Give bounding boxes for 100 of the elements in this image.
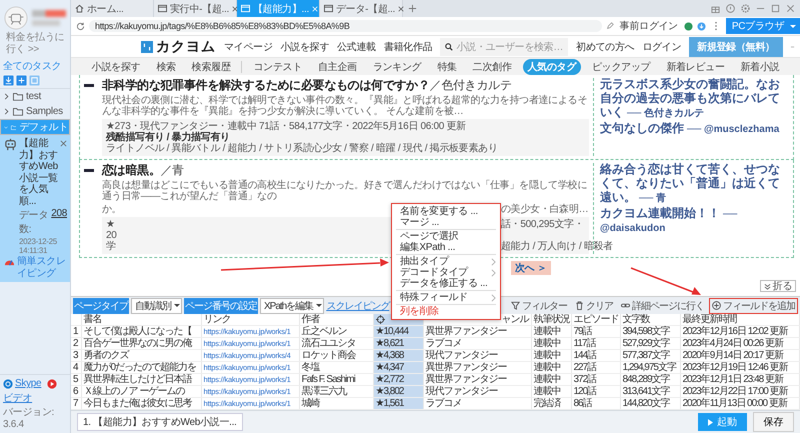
close-icon[interactable] <box>232 6 238 12</box>
pre-login-button[interactable]: 事前ログイン <box>618 19 680 33</box>
save-button[interactable]: 保存 <box>752 412 794 432</box>
work-meta: 話・500,295文字・ <box>501 219 584 230</box>
column-header[interactable]: リンク <box>204 314 230 325</box>
table-cell: 1,294,975文字 <box>620 362 680 374</box>
toolbar-button[interactable]: クリア <box>572 298 616 314</box>
work-title[interactable]: 恋は暗黒。 <box>102 163 161 177</box>
site-logo[interactable]: カクヨム <box>156 38 216 56</box>
table-cell: ★4,347 <box>373 362 423 374</box>
subnav-link[interactable]: 新着小説 <box>735 58 784 74</box>
column-header[interactable]: 書名 <box>84 314 102 325</box>
table-cell: 現代ファンタジー <box>423 350 531 362</box>
crosshair-icon[interactable] <box>376 314 384 324</box>
chevron-right-icon[interactable] <box>3 108 10 115</box>
browser-tab[interactable]: データ-【超... <box>320 0 403 17</box>
table-cell: そして僕は殿人になった【 <box>81 326 201 338</box>
close-icon[interactable] <box>60 140 67 147</box>
new-tab-icon[interactable] <box>408 4 417 13</box>
folder-name[interactable]: Samples <box>26 106 63 117</box>
table-cell: 527,929文字 <box>620 338 680 350</box>
subnav-link[interactable]: 特集 <box>432 58 462 74</box>
table-cell: 117話 <box>571 338 620 350</box>
nav-link[interactable]: マイページ <box>224 40 273 54</box>
work-author[interactable]: ／青 <box>160 163 184 177</box>
menu-item[interactable]: ページで選択 <box>392 231 500 242</box>
reload-icon[interactable] <box>76 22 85 30</box>
more-icon[interactable] <box>714 21 718 31</box>
subnav-link[interactable]: 新着レビュー <box>661 58 730 74</box>
menu-item[interactable]: データを修正する ... <box>392 278 500 289</box>
download-icon[interactable] <box>696 22 706 30</box>
task-card[interactable]: 【超能力】おすすめWeb小説一覧を人気順... データ数: 208 2023-12-25 14:11:31 簡単スクレイピング <box>0 135 70 282</box>
menu-item[interactable]: 名前を変更する ... <box>392 206 500 217</box>
page-type-select[interactable]: 自動識別 <box>131 298 182 314</box>
export-icon[interactable] <box>29 75 40 86</box>
toolbar-button[interactable]: フィルター <box>508 298 570 314</box>
table-cell: ★8,621 <box>373 338 423 350</box>
subnav-link[interactable]: 自主企画 <box>312 58 362 74</box>
column-header[interactable]: 作者 <box>302 314 320 325</box>
column-header[interactable]: ャンル <box>502 314 528 325</box>
close-icon[interactable] <box>786 4 795 13</box>
status-icon[interactable] <box>684 22 693 30</box>
browser-tab[interactable]: ホーム... <box>71 0 154 17</box>
work-title[interactable]: 非科学的な犯罪事件を解決するために必要なものは何ですか？ <box>102 78 430 92</box>
maximize-icon[interactable] <box>771 4 780 13</box>
table-cell: ラブコメ <box>423 338 531 350</box>
column-header[interactable]: エピソード <box>574 314 618 325</box>
page-icon <box>241 4 250 13</box>
review-quote[interactable]: 元ラスボス系少女の奮闘記。なお自分の過去の悪事も次第にバレていく ── 色付きカルテ <box>600 78 789 120</box>
task-tab[interactable]: 1. 【超能力】おすすめWeb小説一... <box>77 413 243 431</box>
collapse-button[interactable]: 折る <box>760 280 796 292</box>
menu-item[interactable]: マージ ... <box>392 217 500 228</box>
chevron-right-icon[interactable] <box>3 93 10 100</box>
subnav-link[interactable]: ランキング <box>368 58 426 74</box>
help-link[interactable]: Skype <box>15 378 42 389</box>
pagination-label: ページ番号の設定 <box>184 298 258 314</box>
table-cell: 連載中 <box>531 362 571 374</box>
work-author[interactable]: ／色付きカルテ <box>430 78 512 92</box>
table-cell: 79話 <box>571 326 620 338</box>
review-quote[interactable]: 絡み合う恋は甘くて苦く、せつなくて、なりたい「普通」は近くて遠い。 ── 青 <box>600 163 789 204</box>
menu-item[interactable]: 列を削除 <box>392 306 500 317</box>
toolbar-button[interactable]: フィールドを追加 <box>709 298 798 314</box>
play-icon <box>708 418 714 426</box>
subnav-link[interactable]: 小説を探す <box>86 58 146 74</box>
nav-link[interactable]: 公式連載 <box>337 40 376 54</box>
scrape-range-link[interactable]: スクレイピング <box>326 298 390 312</box>
gift-icon[interactable] <box>711 4 720 13</box>
folder-name[interactable]: test <box>26 91 41 102</box>
menu-item[interactable]: 特殊フィールド <box>392 292 500 303</box>
settings-icon[interactable] <box>741 4 750 13</box>
help-icon[interactable] <box>726 4 735 13</box>
review-quote[interactable]: 文句なしの傑作 ── @musclezhama <box>600 122 789 136</box>
browser-tab[interactable]: 実行中-【超... <box>154 0 237 17</box>
add-icon[interactable] <box>16 75 27 86</box>
subnav-link[interactable]: コンテスト <box>248 58 307 74</box>
nav-link[interactable]: ログイン <box>642 40 682 54</box>
subnav-link[interactable]: 二次創作 <box>468 58 517 74</box>
pencil-icon[interactable] <box>606 22 614 30</box>
table-cell: 異世界ファンタジー <box>423 362 531 374</box>
table-cell: ★2,772 <box>373 374 423 386</box>
subnav-link[interactable]: ピックアップ <box>587 58 656 74</box>
toolbar-button[interactable]: 詳細ページに行く <box>618 298 707 314</box>
url-field[interactable]: https://kakuyomu.jp/tags/%E8%B6%85%E8%83%BD%E5%8A%9B <box>89 20 602 32</box>
data-count-link[interactable]: 208 <box>51 208 67 236</box>
nav-link[interactable]: 初めての方へ <box>576 40 634 54</box>
subnav-link[interactable]: 検索履歴 <box>186 58 236 74</box>
page-icon <box>158 4 167 13</box>
nav-link[interactable]: 書籍化作品 <box>384 40 432 54</box>
next-page-link[interactable]: 次へ ＞ <box>511 261 551 275</box>
menu-item[interactable]: デコードタイプ <box>392 267 500 278</box>
close-icon[interactable] <box>398 6 404 12</box>
nav-link[interactable]: 小説を探す <box>280 40 330 54</box>
menu-item[interactable]: 編集XPath ... <box>392 242 500 253</box>
column-header[interactable]: 執筆状況 <box>534 314 570 325</box>
subnav-link[interactable]: 検索 <box>151 58 181 74</box>
menu-item[interactable]: 抽出タイプ <box>392 256 500 267</box>
review-quote[interactable]: カクヨム連載開始！！ ── @daisakudon <box>600 207 789 235</box>
table-cell: 2023年12月1日 23:48 更新 <box>680 374 800 386</box>
pagination-select[interactable]: XPathを編集 <box>260 298 324 314</box>
import-icon[interactable] <box>3 75 14 86</box>
